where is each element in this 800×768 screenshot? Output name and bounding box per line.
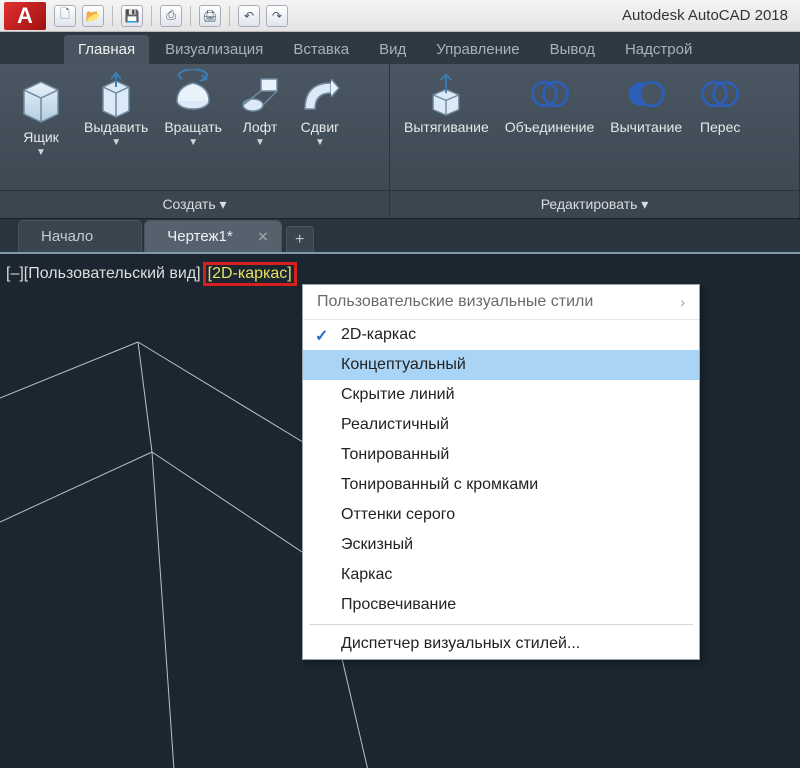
ribbon-panel-create: Ящик ▼ Выдавить ▼ Вращать ▼ [0, 64, 390, 218]
ctx-separator [309, 624, 693, 625]
qat-separator [112, 6, 113, 26]
ribbon-tabs: Главная Визуализация Вставка Вид Управле… [0, 32, 800, 64]
qat-separator [190, 6, 191, 26]
ribbon-panel-edit: Вытягивание Объединение Вычитание [390, 64, 800, 218]
revolve-icon [171, 72, 215, 116]
ctx-item-conceptual[interactable]: Концептуальный [303, 350, 699, 380]
loft-label: Лофт [243, 120, 278, 135]
doctab-start-label: Начало [41, 228, 93, 245]
visual-styles-context-menu: Пользовательские визуальные стили › 2D-к… [302, 284, 700, 660]
panel-edit-title[interactable]: Редактировать ▾ [390, 190, 799, 218]
ctx-item-xray[interactable]: Просвечивание [303, 590, 699, 620]
box-icon [14, 72, 68, 126]
titlebar: A 🗋 📂 💾 ⎙ 🖨 ↶ ↷ Autodesk AutoCAD 2018 [0, 0, 800, 32]
extrude-button[interactable]: Выдавить ▼ [78, 70, 154, 150]
ctx-item-shaded[interactable]: Тонированный [303, 440, 699, 470]
chevron-down-icon: ▼ [111, 137, 121, 148]
loft-button[interactable]: Лофт ▼ [232, 70, 288, 150]
sweep-label: Сдвиг [301, 120, 340, 135]
qat-undo-icon[interactable]: ↶ [238, 5, 260, 27]
intersect-icon [698, 72, 742, 116]
union-icon [528, 72, 572, 116]
ribbon-tab-visualization[interactable]: Визуализация [151, 35, 277, 64]
doctab-add-button[interactable]: + [286, 226, 314, 252]
ribbon-tab-insert[interactable]: Вставка [279, 35, 363, 64]
sweep-icon [298, 72, 342, 116]
ribbon-tab-addins[interactable]: Надстрой [611, 35, 706, 64]
doctab-start[interactable]: Начало [18, 220, 142, 252]
document-tabs: Начало Чертеж1* ✕ + [0, 218, 800, 252]
presspull-button[interactable]: Вытягивание [398, 70, 495, 137]
presspull-icon [424, 72, 468, 116]
chevron-down-icon: ▼ [36, 147, 46, 158]
intersect-button[interactable]: Перес [692, 70, 748, 137]
chevron-down-icon: ▼ [188, 137, 198, 148]
ribbon-body: Ящик ▼ Выдавить ▼ Вращать ▼ [0, 64, 800, 218]
qat-saveas-icon[interactable]: ⎙ [160, 5, 182, 27]
close-icon[interactable]: ✕ [257, 228, 269, 245]
chevron-down-icon: ▼ [315, 137, 325, 148]
box-button[interactable]: Ящик ▼ [8, 70, 74, 160]
presspull-label: Вытягивание [404, 120, 489, 135]
revolve-button[interactable]: Вращать ▼ [158, 70, 228, 150]
subtract-icon [624, 72, 668, 116]
chevron-down-icon: ▼ [255, 137, 265, 148]
sweep-button[interactable]: Сдвиг ▼ [292, 70, 348, 150]
union-button[interactable]: Объединение [499, 70, 601, 137]
ctx-header-label: Пользовательские визуальные стили [317, 293, 593, 311]
doctab-drawing1-label: Чертеж1* [167, 228, 232, 245]
ribbon-tab-output[interactable]: Вывод [536, 35, 609, 64]
intersect-label: Перес [700, 120, 740, 135]
doctab-drawing1[interactable]: Чертеж1* ✕ [144, 220, 281, 252]
ribbon-tab-view[interactable]: Вид [365, 35, 420, 64]
ctx-item-hidden[interactable]: Скрытие линий [303, 380, 699, 410]
extrude-icon [94, 72, 138, 116]
union-label: Объединение [505, 120, 595, 135]
app-title: Autodesk AutoCAD 2018 [622, 7, 796, 24]
subtract-label: Вычитание [610, 120, 682, 135]
qat-open-icon[interactable]: 📂 [82, 5, 104, 27]
viewport-label-prefix: [–][Пользовательский вид] [6, 265, 201, 283]
ribbon-tab-home[interactable]: Главная [64, 35, 149, 64]
loft-icon [238, 72, 282, 116]
ribbon-tab-manage[interactable]: Управление [422, 35, 533, 64]
app-logo[interactable]: A [4, 2, 46, 30]
ctx-item-grayscale[interactable]: Оттенки серого [303, 500, 699, 530]
panel-create-title[interactable]: Создать ▾ [0, 190, 389, 218]
ctx-item-shaded-edges[interactable]: Тонированный с кромками [303, 470, 699, 500]
qat-redo-icon[interactable]: ↷ [266, 5, 288, 27]
ctx-item-wireframe[interactable]: Каркас [303, 560, 699, 590]
ctx-item-style-manager[interactable]: Диспетчер визуальных стилей... [303, 629, 699, 659]
bracket-close: ] [287, 265, 291, 282]
qat-print-icon[interactable]: 🖨 [199, 5, 221, 27]
chevron-right-icon: › [680, 294, 685, 310]
revolve-label: Вращать [164, 120, 222, 135]
viewport[interactable]: [–][Пользовательский вид] [2D-каркас] По… [0, 252, 800, 768]
qat-new-icon[interactable]: 🗋 [54, 5, 76, 27]
ctx-header-custom-styles[interactable]: Пользовательские визуальные стили › [303, 285, 699, 320]
quick-access-toolbar: 🗋 📂 💾 ⎙ 🖨 ↶ ↷ [54, 5, 288, 27]
app-root: A 🗋 📂 💾 ⎙ 🖨 ↶ ↷ Autodesk AutoCAD 2018 Гл… [0, 0, 800, 768]
ctx-item-2d-wireframe[interactable]: 2D-каркас [303, 320, 699, 350]
ctx-item-sketchy[interactable]: Эскизный [303, 530, 699, 560]
box-label: Ящик [23, 130, 59, 145]
ctx-item-realistic[interactable]: Реалистичный [303, 410, 699, 440]
extrude-label: Выдавить [84, 120, 148, 135]
visual-style-name: 2D-каркас [212, 265, 287, 282]
qat-separator [151, 6, 152, 26]
qat-save-icon[interactable]: 💾 [121, 5, 143, 27]
subtract-button[interactable]: Вычитание [604, 70, 688, 137]
qat-separator [229, 6, 230, 26]
